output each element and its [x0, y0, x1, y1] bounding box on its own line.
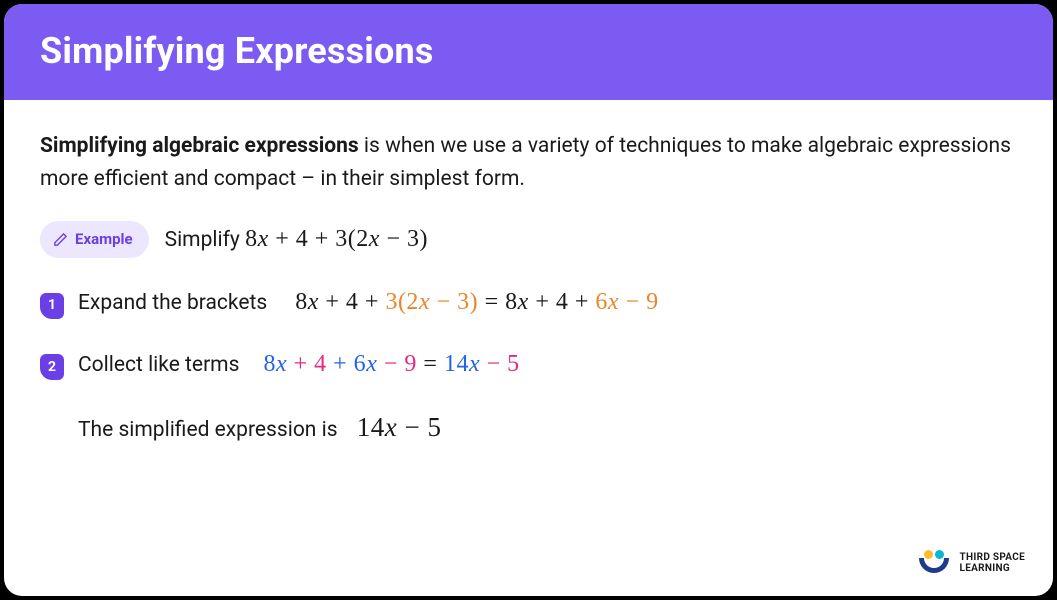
step-2-badge: 2 [40, 354, 64, 380]
step-1-badge: 1 [40, 293, 64, 319]
example-row: Example Simplify 8x + 4 + 3(2x − 3) [40, 221, 1017, 258]
lesson-card: Simplifying Expressions Simplifying alge… [4, 4, 1053, 596]
header-bar: Simplifying Expressions [4, 4, 1053, 100]
intro-bold: Simplifying algebraic expressions [40, 134, 359, 158]
example-label: Simplify [165, 228, 245, 252]
logo-icon [918, 550, 950, 576]
step-2-math: 8x + 4 + 6x − 9 = 14x − 5 [263, 346, 519, 383]
result-row: The simplified expression is 14x − 5 [78, 407, 1017, 449]
result-label: The simplified expression is [78, 418, 338, 442]
logo-text: THIRD SPACELEARNING [960, 552, 1025, 575]
content-area: Simplifying algebraic expressions is whe… [4, 100, 1053, 449]
page-title: Simplifying Expressions [40, 30, 1017, 72]
intro-text: Simplifying algebraic expressions is whe… [40, 130, 1017, 195]
example-prompt: Simplify 8x + 4 + 3(2x − 3) [165, 221, 428, 258]
step-1-math: 8x + 4 + 3(2x − 3) = 8x + 4 + 6x − 9 [295, 284, 658, 321]
brand-logo: THIRD SPACELEARNING [918, 550, 1025, 576]
step-1-label: Expand the brackets [78, 287, 267, 320]
step-2-label: Collect like terms [78, 349, 239, 382]
example-math: 8x + 4 + 3(2x − 3) [245, 226, 428, 252]
step-2-row: 2 Collect like terms 8x + 4 + 6x − 9 = 1… [40, 346, 1017, 383]
pencil-icon [53, 232, 68, 247]
result-math: 14x − 5 [357, 412, 442, 442]
example-badge-label: Example [75, 228, 133, 251]
step-1-row: 1 Expand the brackets 8x + 4 + 3(2x − 3)… [40, 284, 1017, 321]
example-badge: Example [40, 221, 149, 258]
